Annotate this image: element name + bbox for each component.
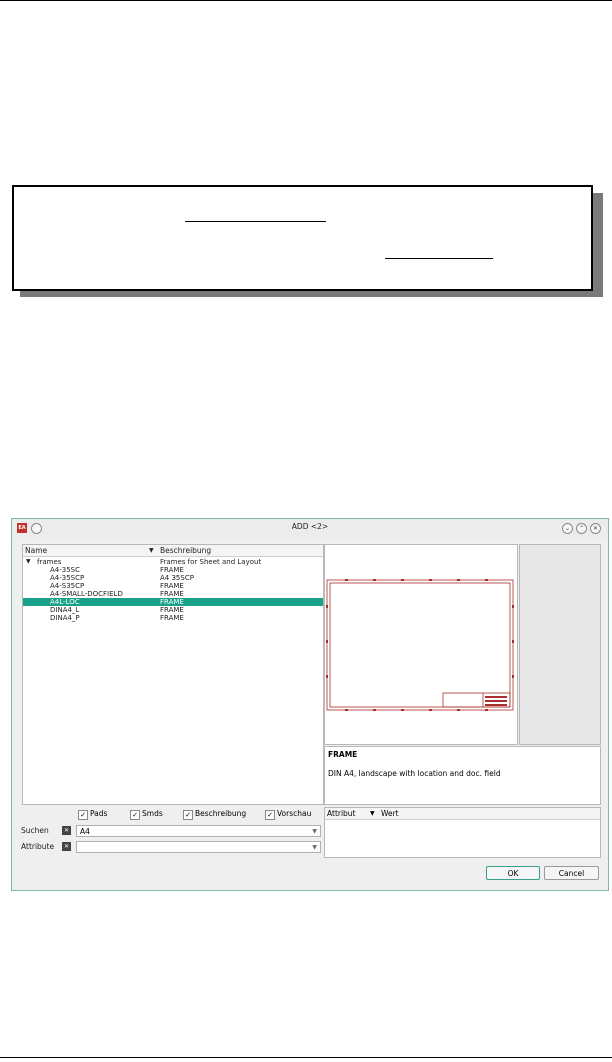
tree-folder-row[interactable]: ▼ frames Frames for Sheet and Layout [23, 558, 323, 566]
search-value: A4 [80, 827, 90, 836]
attribute-input[interactable]: ▼ [76, 841, 321, 853]
attribute-sort-icon: ▼ [370, 810, 375, 817]
preview-panel [324, 544, 518, 745]
tree-row[interactable]: A4-S35CP FRAME [23, 582, 323, 590]
preview-label: Vorschau [277, 809, 312, 818]
callout-underline-1 [185, 221, 326, 222]
tree-row-description: FRAME [160, 598, 184, 606]
tree-row[interactable]: A4L-LOC FRAME [23, 598, 323, 606]
attribute-label: Attribute [21, 842, 55, 851]
attribute-table[interactable]: Attribut ▼ Wert [324, 807, 601, 858]
tree-row[interactable]: DINA4_P FRAME [23, 614, 323, 622]
tree-row-name: A4-35SCP [50, 574, 85, 582]
library-tree[interactable]: Name ▼ Beschreibung ▼ frames Frames for Sh… [22, 544, 324, 805]
dialog-titlebar[interactable]: EA ADD <2> ⌄ ⌃ ✕ [12, 519, 608, 538]
tree-row-name: DINA4_P [50, 614, 80, 622]
cancel-button[interactable]: Cancel [544, 866, 599, 880]
description-title: FRAME [328, 750, 358, 759]
smds-checkbox[interactable]: ✓ [130, 810, 140, 820]
tree-header-description[interactable]: Beschreibung [160, 546, 211, 555]
search-clear-icon[interactable]: ✕ [62, 826, 71, 835]
tree-row-description: FRAME [160, 566, 184, 574]
tree-header-name[interactable]: Name [25, 546, 47, 555]
tree-row[interactable]: A4-SMALL-DOCFIELD FRAME [23, 590, 323, 598]
tree-row-name: A4L-LOC [50, 598, 80, 606]
tree-row-description: FRAME [160, 614, 184, 622]
search-dropdown-icon[interactable]: ▼ [312, 826, 317, 837]
tree-row-name: DINA4_L [50, 606, 80, 614]
pads-label: Pads [90, 809, 108, 818]
attribute-table-header: Attribut ▼ Wert [325, 808, 600, 820]
description-text: DIN A4, landscape with location and doc.… [328, 769, 501, 778]
ok-button[interactable]: OK [486, 866, 540, 880]
tree-row-name: frames [37, 558, 62, 566]
description-label: Beschreibung [195, 809, 247, 818]
description-checkbox[interactable]: ✓ [183, 810, 193, 820]
tree-row[interactable]: A4-35SCP A4 35SCP [23, 574, 323, 582]
smds-label: Smds [142, 809, 163, 818]
minimize-icon[interactable]: ⌄ [562, 523, 573, 534]
callout-underline-2 [385, 258, 493, 259]
close-icon[interactable]: ✕ [590, 523, 601, 534]
attribute-dropdown-icon[interactable]: ▼ [312, 842, 317, 853]
attribute-clear-icon[interactable]: ✕ [62, 842, 71, 851]
expand-arrow-icon[interactable]: ▼ [26, 558, 31, 566]
maximize-icon[interactable]: ⌃ [576, 523, 587, 534]
tree-row-name: A4-S35CP [50, 582, 85, 590]
preview-side-panel [519, 544, 601, 745]
pads-checkbox[interactable]: ✓ [78, 810, 88, 820]
value-column-header[interactable]: Wert [381, 809, 399, 818]
filter-checkboxes: ✓ Pads ✓ Smds ✓ Beschreibung ✓ Vorschau [12, 809, 332, 821]
tree-header: Name ▼ Beschreibung [23, 545, 323, 557]
page-top-rule [0, 0, 612, 1]
tree-row-name: A4-SMALL-DOCFIELD [50, 590, 123, 598]
tree-row-name: A4-35SC [50, 566, 81, 574]
tree-row[interactable]: DINA4_L FRAME [23, 606, 323, 614]
frame-preview-drawing [326, 579, 514, 711]
sort-indicator-icon: ▼ [149, 547, 154, 554]
search-input[interactable]: A4 ▼ [76, 825, 321, 837]
callout-box [12, 185, 593, 291]
attribute-column-header[interactable]: Attribut [327, 809, 356, 818]
tree-row-description: FRAME [160, 582, 184, 590]
tree-row-description: A4 35SCP [160, 574, 194, 582]
tree-row-description: Frames for Sheet and Layout [160, 558, 262, 566]
tree-row-description: FRAME [160, 590, 184, 598]
tree-row[interactable]: A4-35SC FRAME [23, 566, 323, 574]
preview-checkbox[interactable]: ✓ [265, 810, 275, 820]
dialog-title: ADD <2> [291, 522, 329, 531]
description-panel: FRAME DIN A4, landscape with location an… [324, 746, 601, 805]
page-bottom-rule [0, 1057, 612, 1058]
tree-row-description: FRAME [160, 606, 184, 614]
add-dialog-window: EA ADD <2> ⌄ ⌃ ✕ Name ▼ Beschreibung ▼ fr… [11, 518, 609, 891]
search-label: Suchen [21, 826, 49, 835]
